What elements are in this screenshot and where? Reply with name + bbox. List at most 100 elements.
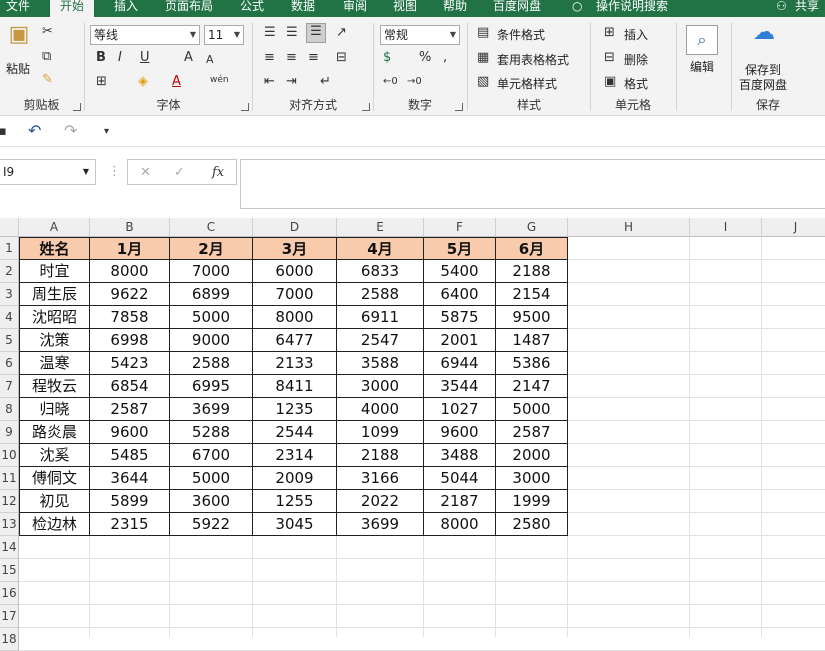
border-icon[interactable]: ⊞ xyxy=(96,74,107,90)
table-cell[interactable]: 3488 xyxy=(424,444,496,467)
comma-button[interactable]: , xyxy=(443,50,447,66)
table-cell[interactable]: 检边林 xyxy=(19,513,90,536)
save-to-label-line2[interactable]: 百度网盘 xyxy=(739,77,787,93)
table-cell[interactable]: 3699 xyxy=(337,513,424,536)
table-cell[interactable]: 温寒 xyxy=(19,352,90,375)
table-cell[interactable]: 6944 xyxy=(424,352,496,375)
row-header-1[interactable]: 1 xyxy=(0,237,19,260)
table-cell[interactable]: 6700 xyxy=(170,444,253,467)
align-left-icon[interactable]: ≡ xyxy=(264,50,275,66)
table-cell[interactable]: 1027 xyxy=(424,398,496,421)
table-cell[interactable]: 傅侗文 xyxy=(19,467,90,490)
table-cell[interactable]: 3600 xyxy=(170,490,253,513)
table-cell[interactable]: 2544 xyxy=(253,421,337,444)
table-header-cell[interactable]: 2月 xyxy=(170,237,253,260)
table-cell[interactable]: 沈昭昭 xyxy=(19,306,90,329)
table-cell[interactable]: 9600 xyxy=(90,421,170,444)
format-button[interactable]: 格式 xyxy=(624,76,648,92)
row-header-6[interactable]: 6 xyxy=(0,352,19,375)
table-cell[interactable]: 2001 xyxy=(424,329,496,352)
table-cell[interactable]: 2314 xyxy=(253,444,337,467)
tab-help[interactable]: 帮助 xyxy=(443,0,467,17)
delete-button[interactable]: 删除 xyxy=(624,52,648,68)
row-header-11[interactable]: 11 xyxy=(0,467,19,490)
column-header-E[interactable]: E xyxy=(337,218,424,237)
table-cell[interactable]: 5288 xyxy=(170,421,253,444)
clipboard-launcher-icon[interactable] xyxy=(73,103,81,111)
table-cell[interactable]: 5000 xyxy=(170,467,253,490)
row-header-17[interactable]: 17 xyxy=(0,605,19,628)
table-cell[interactable]: 2188 xyxy=(496,260,568,283)
table-cell[interactable]: 5386 xyxy=(496,352,568,375)
save-to-label-line1[interactable]: 保存到 xyxy=(745,62,781,78)
bold-button[interactable]: B xyxy=(96,50,106,66)
select-all-corner[interactable] xyxy=(0,218,19,237)
alignment-launcher-icon[interactable] xyxy=(362,103,370,111)
number-launcher-icon[interactable] xyxy=(455,103,463,111)
decrease-indent-icon[interactable]: ⇤ xyxy=(264,74,275,90)
table-cell[interactable]: 沈策 xyxy=(19,329,90,352)
save-icon[interactable]: ▪ xyxy=(0,124,7,140)
table-cell[interactable]: 6995 xyxy=(170,375,253,398)
wrap-text-icon[interactable]: ↵ xyxy=(320,74,331,90)
table-cell[interactable]: 3644 xyxy=(90,467,170,490)
column-header-C[interactable]: C xyxy=(170,218,253,237)
orientation-icon[interactable]: ↗ xyxy=(336,25,347,41)
column-header-A[interactable]: A xyxy=(19,218,90,237)
increase-indent-icon[interactable]: ⇥ xyxy=(286,74,297,90)
tab-formulas[interactable]: 公式 xyxy=(240,0,264,17)
table-cell[interactable]: 3588 xyxy=(337,352,424,375)
font-color-button[interactable]: A xyxy=(172,74,181,90)
table-header-cell[interactable]: 4月 xyxy=(337,237,424,260)
customize-qat-icon[interactable]: ▾ xyxy=(104,124,109,140)
insert-button[interactable]: 插入 xyxy=(624,27,648,43)
row-header-14[interactable]: 14 xyxy=(0,536,19,559)
tab-home[interactable]: 开始 xyxy=(50,0,95,17)
enter-icon[interactable]: ✓ xyxy=(174,165,185,181)
table-cell[interactable]: 9600 xyxy=(424,421,496,444)
row-header-10[interactable]: 10 xyxy=(0,444,19,467)
table-cell[interactable]: 沈奚 xyxy=(19,444,90,467)
row-header-4[interactable]: 4 xyxy=(0,306,19,329)
increase-decimal-icon[interactable]: ←0 xyxy=(383,74,398,90)
table-cell[interactable]: 周生辰 xyxy=(19,283,90,306)
table-cell[interactable]: 5400 xyxy=(424,260,496,283)
table-cell[interactable]: 4000 xyxy=(337,398,424,421)
table-cell[interactable]: 8000 xyxy=(90,260,170,283)
table-cell[interactable]: 2147 xyxy=(496,375,568,398)
undo-icon[interactable]: ↶ xyxy=(28,123,41,139)
table-cell[interactable]: 5875 xyxy=(424,306,496,329)
tab-file[interactable]: 文件 xyxy=(6,0,30,17)
row-header-9[interactable]: 9 xyxy=(0,421,19,444)
search-icon[interactable]: ⌕ xyxy=(686,25,718,55)
table-cell[interactable]: 归晓 xyxy=(19,398,90,421)
format-painter-icon[interactable]: ✎ xyxy=(42,72,53,88)
table-cell[interactable]: 8411 xyxy=(253,375,337,398)
table-cell[interactable]: 2315 xyxy=(90,513,170,536)
row-header-7[interactable]: 7 xyxy=(0,375,19,398)
column-header-B[interactable]: B xyxy=(90,218,170,237)
tab-view[interactable]: 视图 xyxy=(393,0,417,17)
column-header-F[interactable]: F xyxy=(424,218,496,237)
row-header-16[interactable]: 16 xyxy=(0,582,19,605)
grow-font-button[interactable]: A xyxy=(184,50,193,66)
tab-review[interactable]: 审阅 xyxy=(343,0,367,17)
row-header-2[interactable]: 2 xyxy=(0,260,19,283)
align-top-icon[interactable]: ☰ xyxy=(264,25,276,41)
table-cell[interactable]: 2588 xyxy=(170,352,253,375)
clipboard-icon[interactable]: ▣ xyxy=(7,24,31,57)
table-cell[interactable]: 3699 xyxy=(170,398,253,421)
align-right-icon[interactable]: ≡ xyxy=(308,50,319,66)
table-cell[interactable]: 6833 xyxy=(337,260,424,283)
table-cell[interactable]: 3045 xyxy=(253,513,337,536)
table-cell[interactable]: 7858 xyxy=(90,306,170,329)
table-cell[interactable]: 2547 xyxy=(337,329,424,352)
table-cell[interactable]: 1487 xyxy=(496,329,568,352)
row-header-12[interactable]: 12 xyxy=(0,490,19,513)
table-cell[interactable]: 2009 xyxy=(253,467,337,490)
align-middle-icon[interactable]: ☰ xyxy=(286,25,298,41)
table-cell[interactable]: 2133 xyxy=(253,352,337,375)
format-as-table-button[interactable]: 套用表格格式 xyxy=(497,52,569,68)
cloud-icon[interactable]: ☁ xyxy=(753,22,775,44)
row-header-15[interactable]: 15 xyxy=(0,559,19,582)
